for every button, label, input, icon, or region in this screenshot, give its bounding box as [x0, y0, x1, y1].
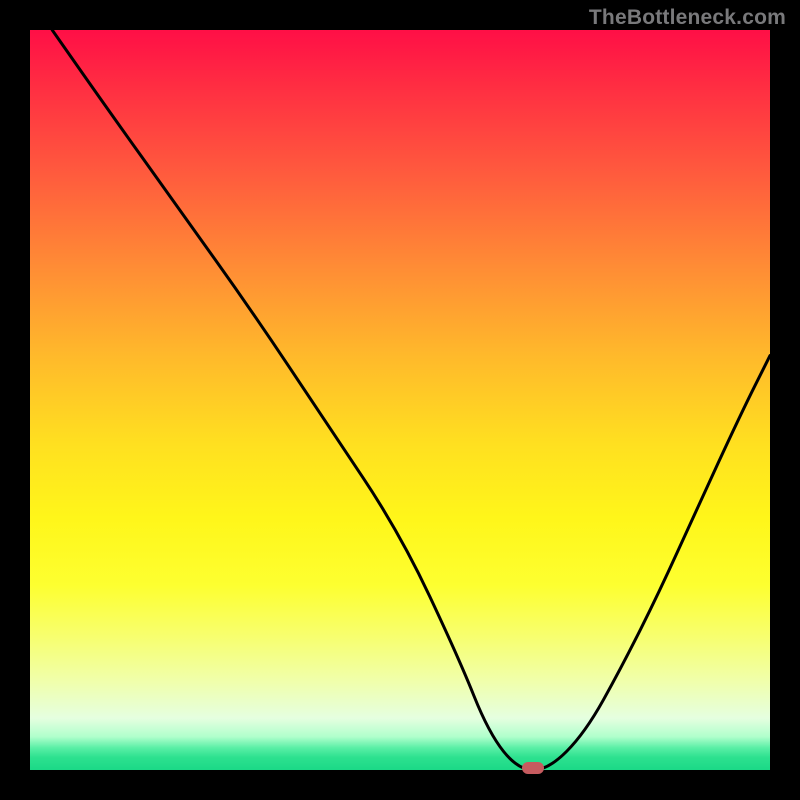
optimal-marker: [522, 762, 544, 774]
chart-frame: TheBottleneck.com: [0, 0, 800, 800]
plot-area: [30, 30, 770, 770]
bottleneck-curve: [30, 30, 770, 770]
watermark-text: TheBottleneck.com: [589, 6, 786, 30]
